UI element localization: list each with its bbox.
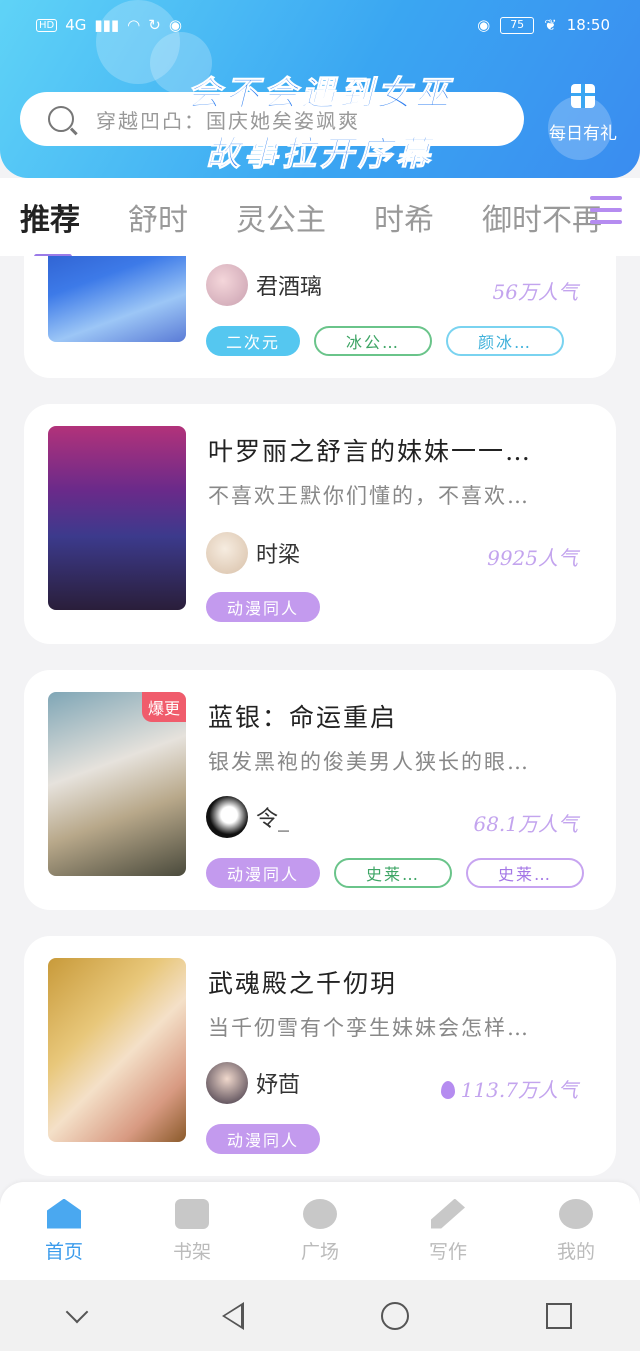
hd-icon: HD xyxy=(36,18,58,32)
author-name: 令_ xyxy=(256,807,290,832)
system-nav-bar xyxy=(0,1280,640,1351)
hide-keyboard-icon[interactable] xyxy=(65,1300,88,1323)
tag[interactable]: 动漫同人 xyxy=(206,1124,320,1154)
battery-icon: 75 xyxy=(500,16,535,34)
author-row: 时梁 xyxy=(206,532,300,574)
tag-list: 动漫同人 xyxy=(206,1124,320,1154)
tag-list: 二次元 冰公… 颜冰… xyxy=(206,326,564,356)
tag[interactable]: 颜冰… xyxy=(446,326,564,356)
nav-home[interactable]: 首页 xyxy=(14,1198,114,1264)
daily-gift-label: 每日有礼 xyxy=(549,124,617,144)
author-row: 君酒璃 xyxy=(206,264,322,306)
recent-apps-icon[interactable] xyxy=(545,1302,572,1329)
story-title: 武魂殿之千仞玥 xyxy=(208,969,398,998)
popularity: 68.1万人气 xyxy=(473,812,578,836)
home-icon xyxy=(47,1198,81,1229)
gift-icon xyxy=(571,84,595,108)
tag[interactable]: 二次元 xyxy=(206,326,300,356)
nav-square-label: 广场 xyxy=(300,1240,339,1263)
avatar xyxy=(206,1062,248,1104)
author-name: 君酒璃 xyxy=(256,275,323,300)
nav-home-label: 首页 xyxy=(44,1240,83,1263)
nav-square[interactable]: 广场 xyxy=(270,1198,370,1264)
story-title: 叶罗丽之舒言的妹妹一一… xyxy=(208,437,533,466)
wifi-icon: ◠ xyxy=(127,16,141,34)
story-card[interactable]: 武魂殿之千仞玥 当千仞雪有个孪生妹妹会怎样… 妤茴 113.7万人气 动漫同人 xyxy=(24,936,616,1176)
story-desc: 当千仞雪有个孪生妹妹会怎样… xyxy=(208,1016,530,1040)
leaf-icon: ❦ xyxy=(544,16,557,34)
nav-write-label: 写作 xyxy=(428,1240,467,1263)
story-card[interactable]: 君酒璃 56万人气 二次元 冰公… 颜冰… xyxy=(24,256,616,378)
story-cover xyxy=(48,958,186,1142)
author-row: 令_ xyxy=(206,796,289,838)
popularity: 56万人气 xyxy=(492,280,578,304)
story-cover: 爆更 xyxy=(48,692,186,876)
popularity: 9925人气 xyxy=(487,546,578,570)
author-row: 妤茴 xyxy=(206,1062,300,1104)
avatar xyxy=(206,796,248,838)
avatar xyxy=(206,532,248,574)
tag[interactable]: 动漫同人 xyxy=(206,592,320,622)
clock: 18:50 xyxy=(566,16,610,34)
search-icon xyxy=(48,106,74,132)
flame-icon xyxy=(440,1081,455,1099)
planet-icon xyxy=(303,1198,337,1229)
tag-list: 动漫同人 史莱… 史莱… xyxy=(206,858,584,888)
nav-bookshelf-label: 书架 xyxy=(172,1240,211,1263)
signal-label: 4G xyxy=(65,16,87,34)
story-card[interactable]: 爆更 蓝银：命运重启 银发黑袍的俊美男人狭长的眼… 令_ 68.1万人气 动漫同… xyxy=(24,670,616,910)
tag[interactable]: 冰公… xyxy=(314,326,432,356)
story-desc: 不喜欢王默你们懂的，不喜欢… xyxy=(208,484,530,508)
tag-list: 动漫同人 xyxy=(206,592,320,622)
tag[interactable]: 史莱… xyxy=(334,858,452,888)
sync-icon: ↻ xyxy=(148,16,161,34)
category-menu-icon[interactable] xyxy=(590,196,622,232)
status-bar: HD 4G ▮▮▮ ◠ ↻ ◉ ◉ 75 ❦ 18:50 xyxy=(36,10,610,40)
bookshelf-icon xyxy=(175,1198,209,1229)
chat-bubble-icon xyxy=(559,1198,593,1229)
popularity-row: 113.7万人气 xyxy=(440,1074,578,1103)
back-icon[interactable] xyxy=(221,1301,244,1330)
story-feed[interactable]: 君酒璃 56万人气 二次元 冰公… 颜冰… 叶罗丽之舒言的妹妹一一… 不喜欢王默… xyxy=(0,256,640,1182)
story-cover xyxy=(48,426,186,610)
promo-banner-line2[interactable]: 故事拉开序幕 xyxy=(140,136,500,173)
tab-linggongzhu[interactable]: 灵公主 xyxy=(236,195,326,239)
story-card[interactable]: 叶罗丽之舒言的妹妹一一… 不喜欢王默你们懂的，不喜欢… 时梁 9925人气 动漫… xyxy=(24,404,616,644)
author-name: 时梁 xyxy=(256,543,301,568)
tab-shixi[interactable]: 时希 xyxy=(374,195,434,239)
bottom-nav: 首页 书架 广场 写作 我的 xyxy=(0,1182,640,1280)
tab-shushi[interactable]: 舒时 xyxy=(128,195,188,239)
category-tabs: 推荐 舒时 灵公主 时希 御时不再 xyxy=(0,178,640,256)
nav-bookshelf[interactable]: 书架 xyxy=(142,1198,242,1264)
avatar xyxy=(206,264,248,306)
story-desc: 银发黑袍的俊美男人狭长的眼… xyxy=(208,750,530,774)
tag[interactable]: 动漫同人 xyxy=(206,858,320,888)
nav-write[interactable]: 写作 xyxy=(398,1198,498,1264)
tab-recommend[interactable]: 推荐 xyxy=(20,195,80,256)
signal-icon: ▮▮▮ xyxy=(94,16,120,34)
author-name: 妤茴 xyxy=(256,1073,301,1098)
eye-icon: ◉ xyxy=(477,16,491,34)
promo-banner-line1[interactable]: 会不会遇到女巫 xyxy=(140,76,500,113)
qq-icon: ◉ xyxy=(168,16,182,34)
story-title: 蓝银：命运重启 xyxy=(208,703,398,732)
story-cover xyxy=(48,256,186,342)
home-button-icon[interactable] xyxy=(380,1301,409,1330)
tab-yushibuzai[interactable]: 御时不再 xyxy=(482,195,602,239)
nav-me-label: 我的 xyxy=(556,1240,595,1263)
popularity: 113.7万人气 xyxy=(460,1078,578,1102)
hot-update-badge: 爆更 xyxy=(141,692,186,722)
daily-gift-button[interactable]: 每日有礼 xyxy=(538,84,628,144)
tag[interactable]: 史莱… xyxy=(466,858,584,888)
header: HD 4G ▮▮▮ ◠ ↻ ◉ ◉ 75 ❦ 18:50 穿越凹凸：国庆她矣姿飒… xyxy=(0,0,640,178)
nav-me[interactable]: 我的 xyxy=(526,1198,626,1264)
pencil-icon xyxy=(431,1198,465,1229)
